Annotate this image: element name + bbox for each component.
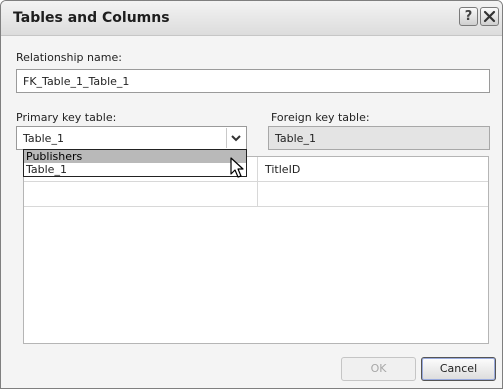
ok-button[interactable]: OK [341,357,416,381]
primary-key-table-label: Primary key table: [16,111,117,124]
primary-key-table-dropdown-list: Publishers Table_1 [23,149,247,177]
title-bar: Tables and Columns ? [1,1,502,36]
primary-key-table-select[interactable]: Table_1 [16,126,247,150]
relationship-name-label: Relationship name: [16,51,122,64]
dropdown-option-table-1[interactable]: Table_1 [24,163,246,176]
grid-row-divider [24,206,488,207]
chevron-down-icon [231,135,241,142]
grid-row-divider [24,181,488,182]
columns-grid[interactable]: TitleID [23,156,489,344]
grid-column-divider [257,157,258,207]
foreign-column-cell[interactable]: TitleID [265,163,300,176]
mouse-pointer-icon [230,157,244,178]
help-button[interactable]: ? [459,7,478,26]
tables-and-columns-dialog: Tables and Columns ? Relationship name: … [0,0,503,389]
dialog-title: Tables and Columns [13,10,170,26]
close-icon [483,10,496,23]
close-button[interactable] [480,7,499,26]
foreign-key-table-field: Table_1 [268,126,490,150]
cancel-button[interactable]: Cancel [421,357,496,381]
foreign-key-table-label: Foreign key table: [271,111,370,124]
relationship-name-input[interactable]: FK_Table_1_Table_1 [16,69,490,93]
dropdown-option-publishers[interactable]: Publishers [24,150,246,163]
dropdown-arrow-button[interactable] [226,128,245,148]
primary-key-selected-value: Table_1 [23,132,64,145]
